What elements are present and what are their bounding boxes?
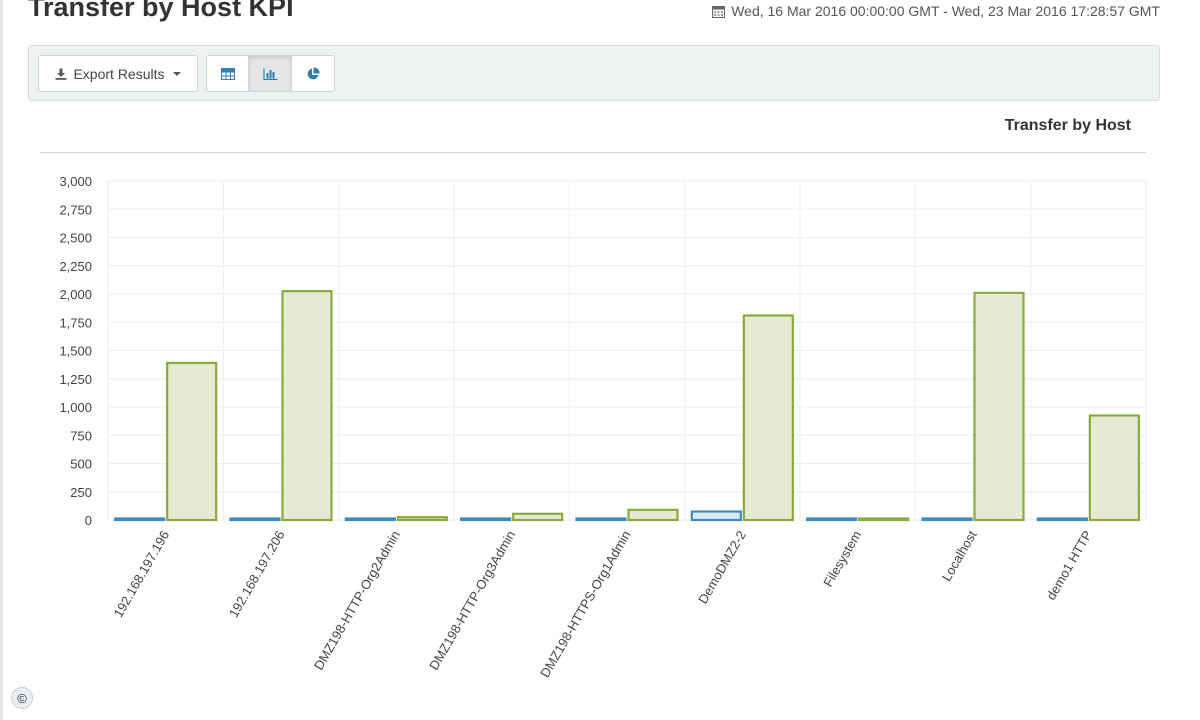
y-tick-label: 2,500 — [59, 231, 92, 246]
y-tick-label: 2,750 — [59, 202, 92, 217]
bar-series-2 — [512, 512, 564, 522]
bar-series-2 — [396, 516, 448, 522]
bar-series-2 — [166, 361, 218, 522]
x-tick-label: Localhost — [939, 528, 980, 584]
y-tick-label: 500 — [70, 457, 92, 472]
bar-series-2 — [858, 517, 910, 522]
y-tick-label: 250 — [70, 485, 92, 500]
x-tick-label: 192.168.197.206 — [226, 528, 288, 620]
y-tick-label: 1,250 — [59, 372, 92, 387]
x-tick-label: DMZ198-HTTPS-Org1Admin — [537, 528, 633, 680]
y-tick-label: 2,250 — [59, 259, 92, 274]
x-tick-label: Filesystem — [820, 528, 864, 589]
bar-series-2 — [281, 290, 333, 522]
bar-series-1 — [575, 517, 627, 522]
bar-series-2 — [742, 314, 794, 522]
y-tick-label: 2,000 — [59, 287, 92, 302]
x-tick-label: DMZ198-HTTP-Org3Admin — [426, 528, 518, 673]
y-tick-label: 750 — [70, 428, 92, 443]
y-tick-label: 1,500 — [59, 344, 92, 359]
y-tick-label: 3,000 — [59, 174, 92, 189]
x-tick-label: DMZ198-HTTP-Org2Admin — [311, 528, 403, 673]
y-tick-label: 0 — [85, 513, 92, 528]
y-tick-label: 1,750 — [59, 315, 92, 330]
bar-series-1 — [460, 517, 512, 522]
x-tick-label: DemoDMZ2-2 — [695, 528, 749, 606]
copyright-icon: © — [11, 687, 33, 709]
transfer-by-host-chart: 0 250 500 750 1,000 1,250 1,500 1,750 2,000 2,250… — [59, 174, 1147, 680]
bar-series-1 — [114, 517, 166, 522]
bar-series-1 — [1036, 517, 1088, 522]
bar-series-2 — [973, 291, 1025, 522]
x-tick-label: 192.168.197.196 — [110, 528, 172, 620]
x-tick-label: demo1 HTTP — [1043, 528, 1095, 602]
y-tick-label: 1,000 — [59, 400, 92, 415]
bar-series-1 — [344, 517, 396, 522]
bar-series-1 — [806, 517, 858, 522]
bar-series-1 — [229, 517, 281, 522]
bar-series-2 — [627, 508, 679, 522]
bar-series-1 — [690, 510, 742, 522]
bar-series-2 — [1088, 414, 1140, 522]
bar-series-1 — [921, 517, 973, 522]
